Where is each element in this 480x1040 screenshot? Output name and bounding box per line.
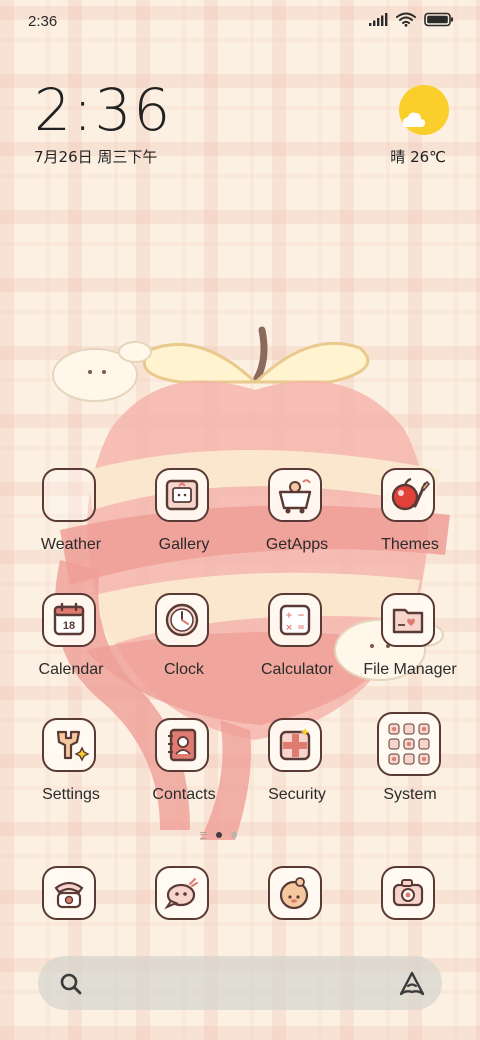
- app-label: Weather: [40, 536, 102, 553]
- app-label: File Manager: [363, 661, 457, 678]
- clock-time: 2:36: [34, 76, 173, 144]
- weather-icon: [42, 468, 96, 522]
- system-folder-icon: [377, 712, 441, 776]
- app-label: System: [383, 786, 437, 803]
- app-weather[interactable]: Weather: [14, 468, 128, 568]
- dock-phone[interactable]: [14, 866, 128, 966]
- contacts-icon: [155, 718, 209, 772]
- app-clock[interactable]: Clock: [127, 593, 241, 693]
- svg-text:+: +: [285, 611, 293, 621]
- app-label: Contacts: [152, 786, 216, 803]
- dock-camera[interactable]: [353, 866, 467, 966]
- assistant-icon[interactable]: [398, 970, 426, 998]
- browser-icon: [268, 866, 322, 920]
- search-icon[interactable]: [58, 971, 84, 997]
- messages-icon: [155, 866, 209, 920]
- app-label: Themes: [381, 536, 439, 553]
- app-label: Calculator: [260, 661, 334, 678]
- dock-messages[interactable]: [127, 866, 241, 966]
- dock-browser[interactable]: [240, 866, 354, 966]
- status-icons: [368, 12, 454, 32]
- themes-icon: [381, 468, 435, 522]
- app-settings[interactable]: Settings: [14, 718, 128, 818]
- weather-text: 晴 26℃: [390, 148, 446, 166]
- battery-icon: [424, 12, 454, 32]
- svg-text:×: ×: [285, 623, 293, 633]
- clock-widget[interactable]: 2:36 7月26日 周三下午: [34, 78, 254, 170]
- calendar-day-text: 18: [63, 620, 75, 632]
- settings-icon: [42, 718, 96, 772]
- page-indicator-list-icon: [200, 831, 207, 839]
- page-indicator[interactable]: [200, 828, 280, 842]
- app-label: Security: [268, 786, 326, 803]
- app-label: GetApps: [265, 536, 329, 553]
- app-themes[interactable]: Themes: [353, 468, 467, 568]
- app-label: Calendar: [38, 661, 104, 678]
- wifi-icon: [396, 12, 416, 32]
- app-label: Gallery: [158, 536, 210, 553]
- app-gallery[interactable]: Gallery: [127, 468, 241, 568]
- app-label: Clock: [163, 661, 204, 678]
- app-calendar[interactable]: 18 Calendar: [14, 593, 128, 693]
- calculator-icon: + − × =: [268, 593, 322, 647]
- weather-widget[interactable]: 晴 26℃: [382, 84, 449, 168]
- app-system-folder[interactable]: System: [353, 712, 467, 818]
- app-getapps[interactable]: GetApps: [240, 468, 354, 568]
- svg-text:=: =: [297, 623, 305, 633]
- svg-text:−: −: [297, 611, 305, 621]
- clock-icon: [155, 593, 209, 647]
- calendar-icon: 18: [42, 593, 96, 647]
- clock-date: 7月26日 周三下午: [34, 148, 158, 166]
- app-security[interactable]: Security: [240, 718, 354, 818]
- status-time: 2:36: [28, 13, 58, 30]
- status-bar: 2:36: [0, 0, 480, 44]
- app-contacts[interactable]: Contacts: [127, 718, 241, 818]
- security-icon: [268, 718, 322, 772]
- gallery-icon: [155, 468, 209, 522]
- app-label: Settings: [42, 786, 100, 803]
- signal-icon: [368, 12, 388, 32]
- app-file-manager[interactable]: File Manager: [353, 593, 467, 693]
- search-bar[interactable]: [38, 956, 442, 1010]
- page-dot-2: [231, 832, 237, 838]
- getapps-icon: [268, 468, 322, 522]
- page-dot-1: [216, 832, 222, 838]
- sun-cloud-icon: [394, 84, 450, 138]
- camera-icon: [381, 866, 435, 920]
- file-manager-icon: [381, 593, 435, 647]
- phone-icon: [42, 866, 96, 920]
- app-calculator[interactable]: + − × = Calculator: [240, 593, 354, 693]
